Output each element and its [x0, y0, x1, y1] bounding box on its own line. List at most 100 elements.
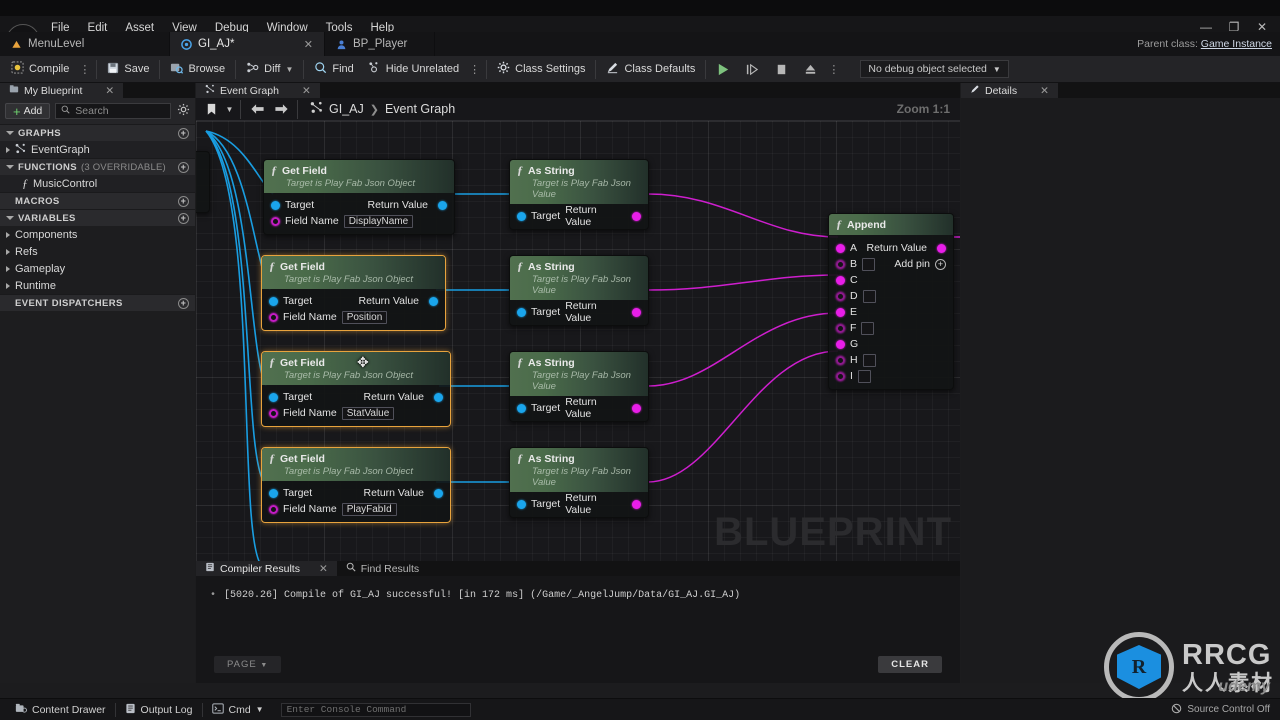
fieldname-input[interactable]: DisplayName: [343, 214, 414, 228]
pin-b-in[interactable]: [836, 259, 845, 269]
node-pin-target[interactable]: Target Return Value: [262, 389, 450, 405]
tab-close-icon[interactable]: ✕: [1040, 85, 1049, 97]
compile-options-icon[interactable]: ⋮: [76, 63, 93, 76]
pin-e-in[interactable]: [836, 307, 845, 317]
pin-return-out[interactable]: [434, 392, 443, 402]
expand-triangle-icon[interactable]: [6, 231, 10, 238]
pin-d-in[interactable]: [836, 291, 845, 301]
node-pin-d[interactable]: D: [829, 288, 953, 304]
hide-unrelated-button[interactable]: Hide Unrelated: [361, 58, 466, 81]
asset-tab-menulevel[interactable]: MenuLevel: [0, 32, 170, 56]
node-pin-fieldname[interactable]: Field Name DisplayName: [264, 213, 454, 229]
fieldname-input[interactable]: Position: [341, 310, 388, 324]
pin-target-in[interactable]: [517, 403, 526, 413]
add-graph-icon[interactable]: +: [178, 127, 189, 139]
node-pin-c[interactable]: C: [829, 272, 953, 288]
section-graphs[interactable]: GRAPHS +: [0, 124, 195, 141]
node-pin-target[interactable]: Target Return Value: [510, 492, 648, 516]
section-functions[interactable]: FUNCTIONS (3 OVERRIDABLE) +: [0, 158, 195, 175]
tree-item-components[interactable]: Components: [0, 226, 195, 243]
cmd-selector[interactable]: Cmd ▼: [203, 699, 273, 720]
node-as-string-2[interactable]: ƒ As String Target is Play Fab Json Valu…: [509, 255, 649, 326]
node-as-string-4[interactable]: ƒ As String Target is Play Fab Json Valu…: [509, 447, 649, 518]
add-function-icon[interactable]: +: [178, 161, 189, 173]
chevron-down-icon[interactable]: ▼: [224, 100, 235, 119]
pin-g-in[interactable]: [836, 339, 845, 349]
tab-compiler-results[interactable]: Compiler Results ✕: [196, 561, 337, 576]
node-pin-i[interactable]: I: [829, 368, 953, 384]
pin-target-in[interactable]: [271, 200, 280, 210]
section-event-dispatchers[interactable]: EVENT DISPATCHERS +: [0, 294, 195, 311]
graph-canvas[interactable]: BLUEPRINT t c d: [196, 121, 960, 561]
pin-h-in[interactable]: [836, 355, 845, 365]
tree-item-gameplay[interactable]: Gameplay: [0, 260, 195, 277]
add-button[interactable]: + Add: [5, 103, 51, 119]
breadcrumb-current[interactable]: Event Graph: [385, 102, 455, 116]
tab-event-graph[interactable]: Event Graph ✕: [196, 83, 320, 98]
node-pin-target[interactable]: Target Return Value: [262, 485, 450, 501]
pin-target-in[interactable]: [269, 392, 278, 402]
pin-return-out[interactable]: [434, 488, 443, 498]
page-button[interactable]: PAGE ▼: [214, 656, 282, 673]
pin-i-in[interactable]: [836, 371, 845, 381]
parent-class-value[interactable]: Game Instance: [1201, 38, 1272, 50]
add-macro-icon[interactable]: +: [178, 195, 189, 207]
pin-fieldname-in[interactable]: [269, 312, 278, 322]
node-pin-target[interactable]: Target Return Value: [510, 204, 648, 228]
fieldname-input[interactable]: StatValue: [341, 406, 395, 420]
node-pin-row[interactable]: d: [196, 190, 209, 206]
hide-unrelated-options-icon[interactable]: ⋮: [466, 63, 483, 76]
pin-target-in[interactable]: [517, 307, 526, 317]
class-settings-button[interactable]: Class Settings: [490, 58, 592, 81]
asset-tab-close-icon[interactable]: ✕: [290, 38, 313, 51]
pin-d-input[interactable]: [862, 289, 876, 303]
tree-item-runtime[interactable]: Runtime: [0, 277, 195, 294]
expand-triangle-icon[interactable]: [6, 265, 10, 272]
find-button[interactable]: Find: [307, 58, 360, 81]
pin-f-input[interactable]: [861, 321, 875, 335]
tab-close-icon[interactable]: ✕: [302, 85, 311, 97]
node-pin-fieldname[interactable]: Field Name StatValue: [262, 405, 450, 421]
tab-close-icon[interactable]: ✕: [105, 85, 114, 97]
clear-button[interactable]: CLEAR: [878, 656, 942, 673]
pin-return-out[interactable]: [632, 499, 641, 509]
bookmark-icon[interactable]: [200, 100, 222, 119]
node-pin-fieldname[interactable]: Field Name Position: [262, 309, 445, 325]
pin-return-out[interactable]: [937, 243, 946, 253]
tree-item-eventgraph[interactable]: EventGraph: [0, 141, 195, 158]
node-pin-row[interactable]: c: [196, 174, 209, 190]
pin-b-input[interactable]: [862, 257, 876, 271]
debug-object-selector[interactable]: No debug object selected ▼: [860, 60, 1009, 78]
expand-triangle-icon[interactable]: [6, 282, 10, 289]
source-control-status[interactable]: Source Control Off: [1171, 703, 1280, 717]
save-button[interactable]: Save: [100, 58, 156, 81]
pin-return-out[interactable]: [632, 211, 641, 221]
search-input[interactable]: Search: [55, 103, 171, 119]
pin-return-out[interactable]: [429, 296, 438, 306]
browse-button[interactable]: Browse: [163, 58, 232, 81]
breadcrumb-root[interactable]: GI_AJ: [329, 102, 364, 116]
asset-tab-bp-player[interactable]: BP_Player: [325, 32, 435, 56]
back-button[interactable]: [246, 100, 268, 119]
add-pin-button[interactable]: Add pin +: [894, 256, 946, 272]
pin-h-input[interactable]: [862, 353, 876, 367]
add-pin-icon[interactable]: +: [935, 258, 946, 270]
node-pin-fieldname[interactable]: Field Name PlayFabId: [262, 501, 450, 517]
node-pin-f[interactable]: F: [829, 320, 953, 336]
node-pin-target[interactable]: Target Return Value: [262, 293, 445, 309]
pin-fieldname-in[interactable]: [269, 504, 278, 514]
tab-my-blueprint[interactable]: My Blueprint ✕: [0, 83, 124, 98]
tree-item-refs[interactable]: Refs: [0, 243, 195, 260]
pin-target-in[interactable]: [517, 211, 526, 221]
stop-button[interactable]: [767, 58, 796, 81]
play-options-icon[interactable]: ⋮: [825, 63, 842, 76]
node-pin-h[interactable]: H: [829, 352, 953, 368]
tab-find-results[interactable]: Find Results: [337, 561, 428, 576]
node-pin-e[interactable]: E: [829, 304, 953, 320]
node-pin-target[interactable]: Target Return Value: [510, 300, 648, 324]
tab-close-icon[interactable]: ✕: [319, 563, 328, 575]
node-append[interactable]: ƒ Append A Return Value B Add pin + C D …: [828, 213, 954, 390]
pin-target-in[interactable]: [517, 499, 526, 509]
skip-button[interactable]: [738, 58, 767, 81]
section-macros[interactable]: MACROS +: [0, 192, 195, 209]
